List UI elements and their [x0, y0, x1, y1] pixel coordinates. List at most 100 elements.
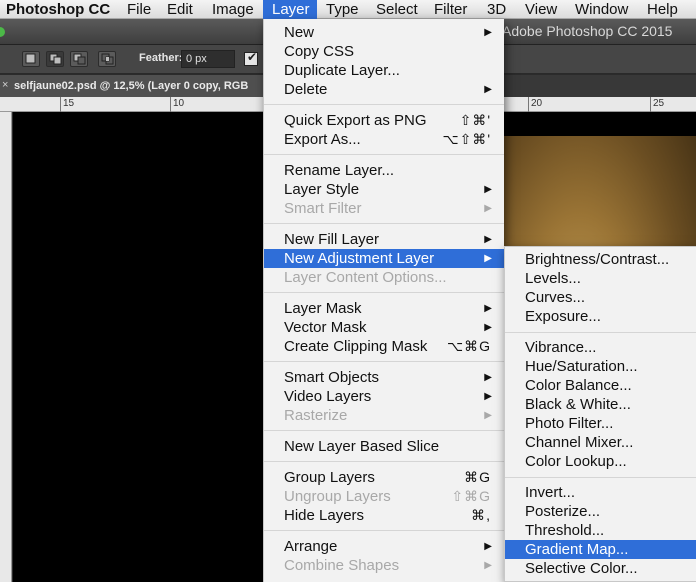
menu-item-export-as[interactable]: Export As... ⌥⇧⌘'	[264, 130, 504, 149]
menu-image[interactable]: Image	[212, 0, 254, 19]
menu-bar: Photoshop CC File Edit Image Layer Type …	[0, 0, 696, 19]
menu-item-new-adjustment-layer[interactable]: New Adjustment Layer ▶	[264, 249, 504, 268]
menu-item-brightness-contrast[interactable]: Brightness/Contrast...	[505, 250, 696, 269]
submenu-arrow-icon: ▶	[484, 303, 492, 314]
zoom-window-button[interactable]	[0, 27, 5, 37]
menu-item-label: Combine Shapes	[284, 557, 400, 574]
ruler-tick	[650, 97, 651, 112]
menu-window[interactable]: Window	[575, 0, 628, 19]
anti-alias-checkbox[interactable]: ✔	[244, 50, 258, 66]
subtract-from-selection-button[interactable]	[70, 51, 88, 67]
document-tab[interactable]: × selfjaune02.psd @ 12,5% (Layer 0 copy,…	[0, 75, 263, 97]
menu-select[interactable]: Select	[376, 0, 418, 19]
menu-item-label: Hide Layers	[284, 507, 365, 524]
menu-item-selective-color[interactable]: Selective Color...	[505, 559, 696, 578]
menu-item-group-layers[interactable]: Group Layers ⌘G	[264, 468, 504, 487]
menu-item-photo-filter[interactable]: Photo Filter...	[505, 414, 696, 433]
menu-item-label: New Adjustment Layer	[284, 250, 435, 267]
menu-item-smart-objects[interactable]: Smart Objects ▶	[264, 368, 504, 387]
submenu-arrow-icon: ▶	[484, 322, 492, 333]
menu-item-invert[interactable]: Invert...	[505, 483, 696, 502]
ruler-tick	[60, 97, 61, 112]
menu-item-label: Export As...	[284, 131, 361, 148]
submenu-arrow-icon: ▶	[484, 84, 492, 95]
menu-photoshop[interactable]: Photoshop CC	[6, 0, 110, 19]
menu-item-exposure[interactable]: Exposure...	[505, 307, 696, 326]
menu-item-label: Gradient Map...	[525, 541, 629, 558]
intersect-selection-button[interactable]	[98, 51, 116, 67]
menu-item-layer-mask[interactable]: Layer Mask ▶	[264, 299, 504, 318]
menu-separator	[264, 223, 504, 224]
intersect-selection-icon	[101, 53, 114, 65]
menu-edit[interactable]: Edit	[167, 0, 193, 19]
menu-item-label: Threshold...	[525, 522, 605, 539]
menu-separator	[505, 332, 696, 333]
menu-item-threshold[interactable]: Threshold...	[505, 521, 696, 540]
menu-item-combine-shapes: Combine Shapes ▶	[264, 556, 504, 575]
menu-item-label: Smart Objects	[284, 369, 380, 386]
menu-type[interactable]: Type	[326, 0, 359, 19]
menu-file[interactable]: File	[127, 0, 151, 19]
menu-layer[interactable]: Layer	[263, 0, 317, 19]
menu-separator	[264, 461, 504, 462]
menu-item-vibrance[interactable]: Vibrance...	[505, 338, 696, 357]
menu-filter[interactable]: Filter	[434, 0, 467, 19]
menu-item-hue-saturation[interactable]: Hue/Saturation...	[505, 357, 696, 376]
menu-shortcut: ⌘,	[471, 507, 491, 523]
menu-item-label: Color Lookup...	[525, 453, 627, 470]
menu-item-video-layers[interactable]: Video Layers ▶	[264, 387, 504, 406]
menu-item-duplicate-layer[interactable]: Duplicate Layer...	[264, 61, 504, 80]
close-document-icon[interactable]: ×	[2, 79, 8, 91]
submenu-arrow-icon: ▶	[484, 184, 492, 195]
menu-item-label: Posterize...	[525, 503, 601, 520]
menu-item-label: Hue/Saturation...	[525, 358, 638, 375]
menu-3d[interactable]: 3D	[487, 0, 506, 19]
menu-separator	[264, 104, 504, 105]
menu-item-copy-css[interactable]: Copy CSS	[264, 42, 504, 61]
menu-item-label: Layer Content Options...	[284, 269, 447, 286]
menu-separator	[264, 361, 504, 362]
menu-item-label: New Layer Based Slice	[284, 438, 440, 455]
menu-item-hide-layers[interactable]: Hide Layers ⌘,	[264, 506, 504, 525]
menu-item-channel-mixer[interactable]: Channel Mixer...	[505, 433, 696, 452]
menu-item-label: Create Clipping Mask	[284, 338, 428, 355]
menu-shortcut: ⇧⌘G	[451, 488, 491, 504]
menu-item-arrange[interactable]: Arrange ▶	[264, 537, 504, 556]
menu-item-quick-export-png[interactable]: Quick Export as PNG ⇧⌘'	[264, 111, 504, 130]
menu-item-color-lookup[interactable]: Color Lookup...	[505, 452, 696, 471]
menu-item-create-clipping-mask[interactable]: Create Clipping Mask ⌥⌘G	[264, 337, 504, 356]
menu-item-levels[interactable]: Levels...	[505, 269, 696, 288]
menu-item-label: Quick Export as PNG	[284, 112, 427, 129]
menu-item-layer-style[interactable]: Layer Style ▶	[264, 180, 504, 199]
menu-shortcut: ⇧⌘'	[459, 112, 491, 128]
menu-item-label: Rename Layer...	[284, 162, 395, 179]
menu-help[interactable]: Help	[647, 0, 678, 19]
menu-item-new-layer-based-slice[interactable]: New Layer Based Slice	[264, 437, 504, 456]
vertical-ruler[interactable]	[0, 112, 12, 582]
menu-item-rasterize: Rasterize ▶	[264, 406, 504, 425]
menu-item-label: Selective Color...	[525, 560, 638, 577]
menu-shortcut: ⌥⌘G	[446, 338, 491, 354]
menu-item-posterize[interactable]: Posterize...	[505, 502, 696, 521]
menu-item-gradient-map[interactable]: Gradient Map...	[505, 540, 696, 559]
menu-view[interactable]: View	[525, 0, 557, 19]
menu-item-label: Layer Mask	[284, 300, 362, 317]
menu-item-label: Vector Mask	[284, 319, 367, 336]
menu-item-black-white[interactable]: Black & White...	[505, 395, 696, 414]
add-to-selection-icon	[49, 53, 62, 65]
menu-item-delete[interactable]: Delete ▶	[264, 80, 504, 99]
menu-item-new-fill-layer[interactable]: New Fill Layer ▶	[264, 230, 504, 249]
feather-input[interactable]	[181, 50, 235, 68]
menu-item-rename-layer[interactable]: Rename Layer...	[264, 161, 504, 180]
new-selection-button[interactable]	[22, 51, 40, 67]
add-to-selection-button[interactable]	[46, 51, 64, 67]
menu-item-color-balance[interactable]: Color Balance...	[505, 376, 696, 395]
adjustment-layer-submenu: Brightness/Contrast... Levels... Curves.…	[504, 246, 696, 582]
menu-item-label: Channel Mixer...	[525, 434, 634, 451]
menu-separator	[264, 154, 504, 155]
menu-item-new[interactable]: New ▶	[264, 23, 504, 42]
menu-item-smart-filter: Smart Filter ▶	[264, 199, 504, 218]
menu-item-curves[interactable]: Curves...	[505, 288, 696, 307]
menu-item-label: Ungroup Layers	[284, 488, 391, 505]
menu-item-vector-mask[interactable]: Vector Mask ▶	[264, 318, 504, 337]
